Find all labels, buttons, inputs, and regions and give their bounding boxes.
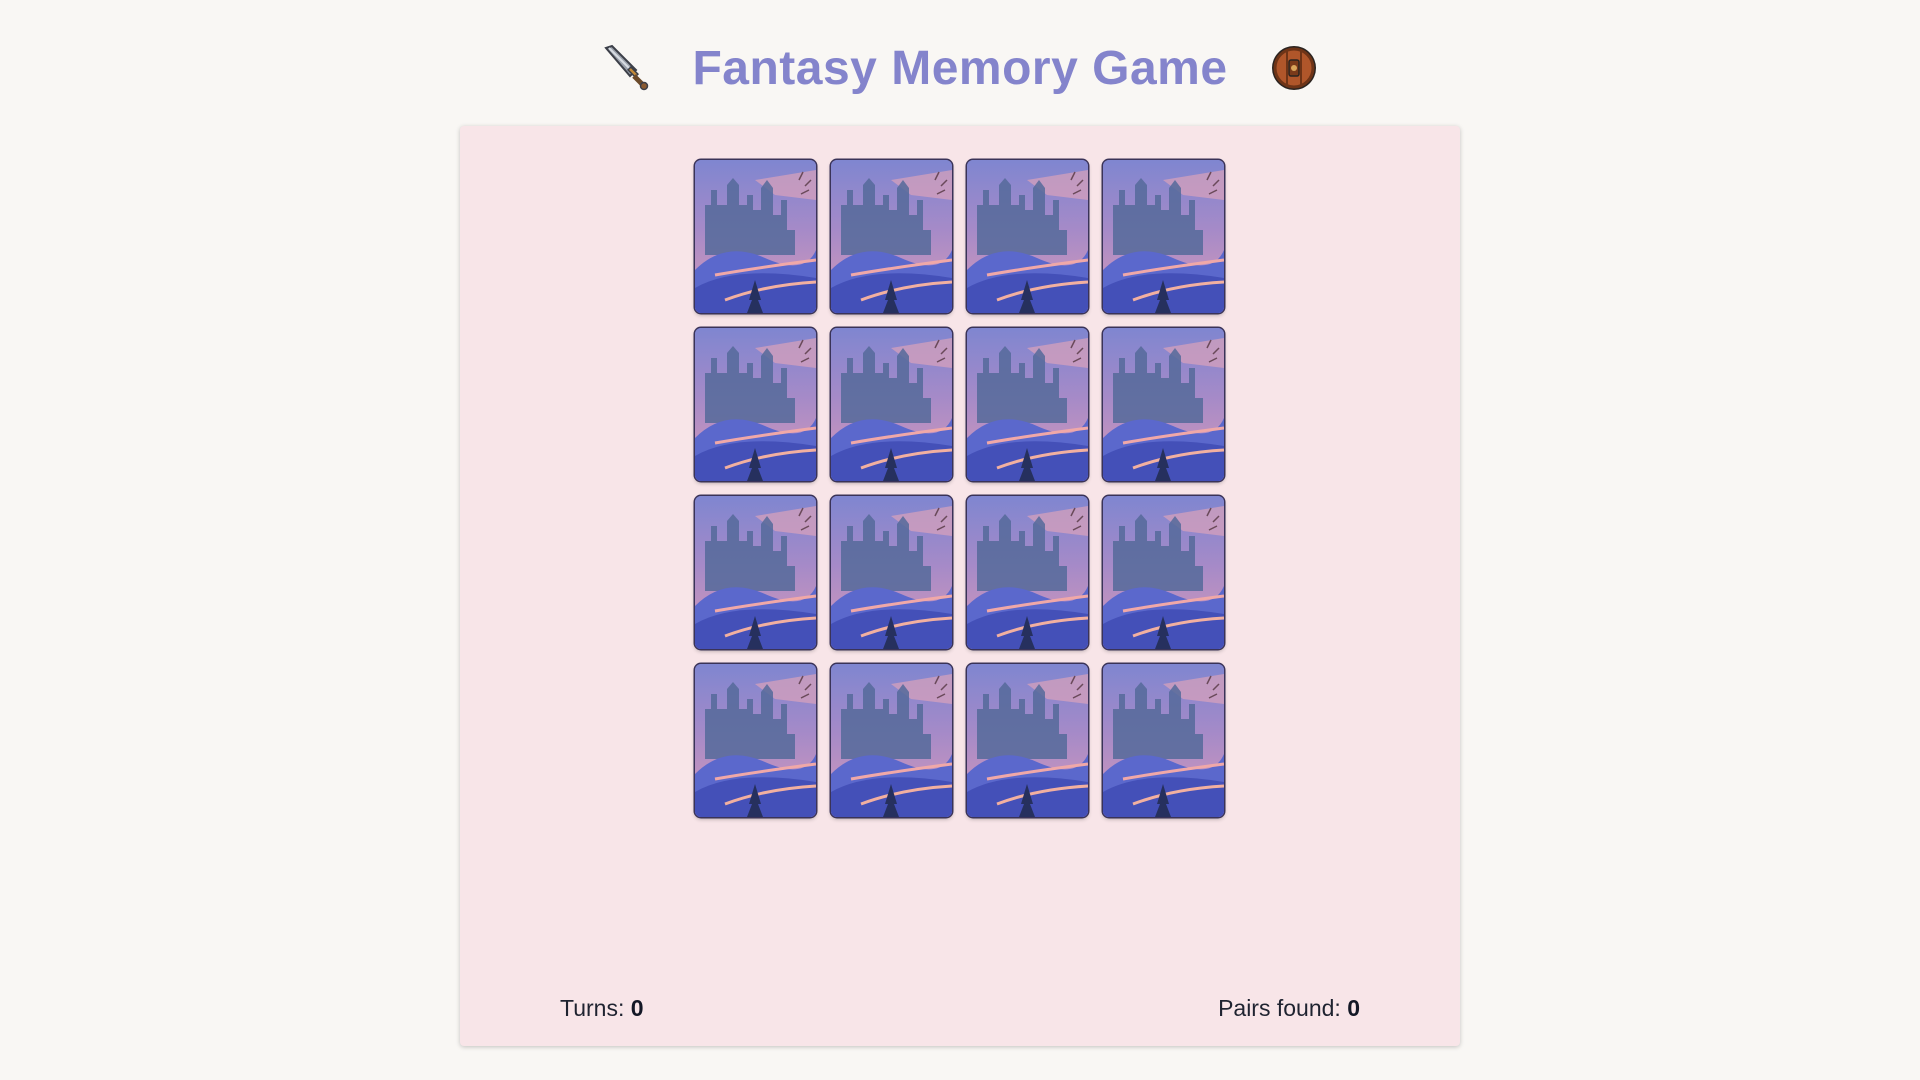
pairs-value: 0	[1347, 995, 1360, 1021]
memory-card[interactable]	[831, 328, 952, 481]
header: Fantasy Memory Game	[0, 28, 1920, 108]
memory-card[interactable]	[967, 160, 1088, 313]
memory-card[interactable]	[1103, 328, 1224, 481]
memory-card[interactable]	[967, 496, 1088, 649]
memory-card[interactable]	[695, 496, 816, 649]
memory-card[interactable]	[831, 664, 952, 817]
card-back-image	[831, 496, 952, 649]
turns-value: 0	[630, 995, 644, 1021]
card-back-image	[695, 496, 816, 649]
card-back-image	[831, 664, 952, 817]
memory-card[interactable]	[1103, 664, 1224, 817]
memory-card[interactable]	[695, 328, 816, 481]
card-grid	[695, 160, 1224, 817]
memory-card[interactable]	[1103, 160, 1224, 313]
card-back-image	[831, 328, 952, 481]
memory-card[interactable]	[967, 328, 1088, 481]
card-back-image	[1103, 664, 1224, 817]
shield-icon	[1271, 46, 1316, 90]
card-back-image	[967, 328, 1088, 481]
card-back-image	[967, 160, 1088, 313]
memory-card[interactable]	[1103, 496, 1224, 649]
game-panel: Turns: 0 Pairs found: 0	[460, 126, 1460, 1046]
turns-counter: Turns: 0	[560, 995, 644, 1022]
memory-card[interactable]	[967, 664, 1088, 817]
pairs-label: Pairs found:	[1218, 995, 1341, 1021]
page-title: Fantasy Memory Game	[692, 41, 1228, 95]
card-back-image	[967, 496, 1088, 649]
card-back-image	[695, 160, 816, 313]
card-back-image	[967, 664, 1088, 817]
memory-card[interactable]	[831, 160, 952, 313]
card-back-image	[695, 664, 816, 817]
memory-card[interactable]	[695, 664, 816, 817]
memory-card[interactable]	[695, 160, 816, 313]
card-back-image	[831, 160, 952, 313]
card-back-image	[1103, 496, 1224, 649]
memory-card[interactable]	[831, 496, 952, 649]
turns-label: Turns:	[560, 995, 625, 1021]
sword-icon	[604, 44, 649, 91]
pairs-counter: Pairs found: 0	[1218, 995, 1360, 1022]
card-back-image	[1103, 328, 1224, 481]
card-back-image	[1103, 160, 1224, 313]
card-back-image	[695, 328, 816, 481]
